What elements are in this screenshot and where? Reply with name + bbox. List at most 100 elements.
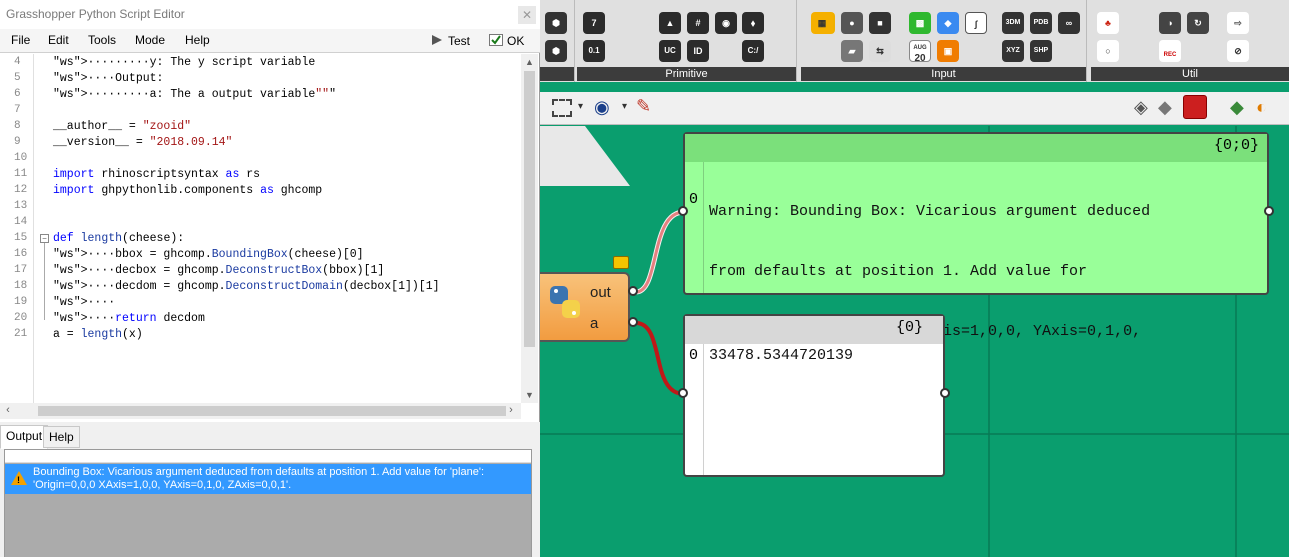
component-out-grip[interactable] xyxy=(628,286,638,296)
number-icon[interactable]: 0.1 xyxy=(583,40,605,62)
menu-help[interactable]: Help xyxy=(185,33,210,47)
component-output-a: a xyxy=(590,315,599,332)
vertical-scrollbar[interactable]: ▲ ▼ xyxy=(521,54,538,403)
swatch-icon[interactable]: ▦ xyxy=(811,12,833,34)
trigger-icon[interactable]: ↻ xyxy=(1187,12,1209,34)
warning-panel-path: {0;0} xyxy=(1213,137,1259,154)
infinity-icon[interactable]: ∞ xyxy=(1058,12,1080,34)
value-panel-input-grip[interactable] xyxy=(678,388,688,398)
shaded-preview-icon[interactable]: ◆ xyxy=(1158,97,1172,118)
scroll-left-icon[interactable]: ‹ xyxy=(0,403,16,419)
fold-toggle-icon[interactable]: − xyxy=(40,234,49,243)
warning-panel-input-grip[interactable] xyxy=(678,206,688,216)
value-panel[interactable]: {0} 0 33478.5344720139 xyxy=(683,314,945,477)
preview-dropdown-arrow-icon[interactable]: ▾ xyxy=(622,101,627,112)
scroll-up-icon[interactable]: ▲ xyxy=(521,54,538,70)
knob-icon[interactable]: ● xyxy=(841,12,863,34)
output-blank-line xyxy=(5,450,531,463)
value-panel-index: 0 xyxy=(689,347,699,364)
tab-help[interactable]: Help xyxy=(43,426,80,448)
gallery-icon[interactable]: ▣ xyxy=(937,40,959,62)
hexagon-icon[interactable]: ⬢ xyxy=(545,12,567,34)
search-icon[interactable]: ⊘ xyxy=(1227,40,1249,62)
matrix-icon[interactable]: ▩ xyxy=(909,12,931,34)
import-xyz-icon[interactable]: XYZ xyxy=(1002,40,1024,62)
test-button[interactable]: Test xyxy=(430,32,470,50)
warning-panel[interactable]: {0;0} 0 Warning: Bounding Box: Vicarious… xyxy=(683,132,1269,400)
integer-icon[interactable]: 7 xyxy=(583,12,605,34)
value-panel-path: {0} xyxy=(895,319,923,336)
line-number: 18 xyxy=(14,280,28,292)
wireframe-preview-icon[interactable]: ◈ xyxy=(1134,97,1148,118)
cherry-icon[interactable]: ♣ xyxy=(1097,12,1119,34)
guid-icon[interactable]: ID xyxy=(687,40,709,62)
ring-icon[interactable]: ○ xyxy=(1097,40,1119,62)
dropdown-arrow-icon[interactable]: ▾ xyxy=(578,101,583,112)
output-message-row[interactable]: ! Bounding Box: Vicarious argument deduc… xyxy=(5,464,531,494)
selected-preview-icon[interactable] xyxy=(1183,95,1207,119)
fold-guide xyxy=(44,240,45,320)
line-number: 6 xyxy=(14,88,21,100)
ok-button-label: OK xyxy=(507,34,525,48)
menu-file[interactable]: File xyxy=(11,33,30,47)
scroll-right-icon[interactable]: › xyxy=(503,403,519,419)
menu-edit[interactable]: Edit xyxy=(48,33,69,47)
close-icon[interactable]: ✕ xyxy=(518,6,536,24)
line-number: 20 xyxy=(14,312,28,324)
relay-arrow-icon[interactable]: ⇨ xyxy=(1227,12,1249,34)
warning-line-1: Warning: Bounding Box: Vicarious argumen… xyxy=(709,203,1151,220)
button-input-icon[interactable]: ■ xyxy=(869,12,891,34)
grid-icon[interactable]: # xyxy=(687,12,709,34)
time-icon[interactable]: ◉ xyxy=(715,12,737,34)
warning-panel-output-grip[interactable] xyxy=(1264,206,1274,216)
line-number: 9 xyxy=(14,136,21,148)
scroll-thumb[interactable] xyxy=(524,71,535,347)
code-line: "ws">·········a: The a output variable""… xyxy=(53,88,336,101)
hexagon-six-icon[interactable]: ⬢ xyxy=(545,40,567,62)
color-wheel-icon[interactable]: ◆ xyxy=(937,12,959,34)
warning-balloon-icon[interactable] xyxy=(613,256,629,269)
data-dam-icon[interactable]: ◑ xyxy=(1159,12,1181,34)
window-title: Grasshopper Python Script Editor xyxy=(6,7,185,21)
scroll-thumb-horizontal[interactable] xyxy=(38,406,506,416)
tab-output[interactable]: Output xyxy=(0,425,49,449)
menu-mode[interactable]: Mode xyxy=(135,33,165,47)
value-panel-output-grip[interactable] xyxy=(940,388,950,398)
code-line: "ws">···· xyxy=(53,296,116,309)
material-preview-icon[interactable]: ◐ xyxy=(1256,97,1267,118)
ok-button[interactable]: OK xyxy=(489,32,524,50)
slider-icon[interactable]: ▰ xyxy=(841,40,863,62)
import-shp-icon[interactable]: SHP xyxy=(1030,40,1052,62)
python-logo-icon xyxy=(550,286,580,318)
code-editor[interactable]: 4 5 6 7 8 9 10 11 12 13 14 15 16 17 18 19 20 21 "ws">····… xyxy=(0,54,521,403)
import-3dm-icon[interactable]: 3DM xyxy=(1002,12,1024,34)
python-component[interactable]: out a xyxy=(540,272,630,342)
component-a-grip[interactable] xyxy=(628,317,638,327)
grasshopper-canvas-area: ⬢ ⬢ 7 0.1 ▲ UC # ID ◉ ⬧ C:/ ▥ Primitive … xyxy=(540,0,1289,557)
warning-panel-index: 0 xyxy=(689,191,699,208)
menu-tools[interactable]: Tools xyxy=(88,33,116,47)
calendar-icon[interactable]: AUG 20 xyxy=(909,40,931,64)
file-path-icon[interactable]: C:/ xyxy=(742,40,764,62)
ribbon-group-params: ⬢ ⬢ xyxy=(540,0,575,82)
horizontal-scrollbar[interactable]: ‹ › xyxy=(0,403,521,419)
gradient-icon[interactable]: ⇆ xyxy=(869,40,891,62)
data-path-icon[interactable]: ⬧ xyxy=(742,12,764,34)
boolean-icon[interactable]: ▲ xyxy=(659,12,681,34)
code-line: def length(cheese): xyxy=(53,232,185,245)
import-pdb-icon[interactable]: PDB xyxy=(1030,12,1052,34)
line-number: 16 xyxy=(14,248,28,260)
record-icon[interactable]: REC xyxy=(1159,40,1181,62)
zoom-extents-icon[interactable] xyxy=(552,99,572,117)
document-preview-icon[interactable]: ◆ xyxy=(1230,97,1244,118)
title-bar: Grasshopper Python Script Editor ✕ xyxy=(0,0,540,29)
sketch-pen-icon[interactable]: ✎ xyxy=(636,96,651,117)
line-number: 13 xyxy=(14,200,28,212)
scroll-down-icon[interactable]: ▼ xyxy=(521,387,538,403)
graph-mapper-icon[interactable]: ∫ xyxy=(965,12,987,34)
unit-convert-icon[interactable]: UC xyxy=(659,40,681,62)
ribbon-group-label-input: Input xyxy=(801,67,1086,81)
definition-canvas[interactable]: out a {0;0} 0 Warning: Bounding Box: Vic… xyxy=(540,126,1289,557)
preview-eye-icon[interactable]: ◉ xyxy=(594,97,610,118)
line-number: 14 xyxy=(14,216,28,228)
